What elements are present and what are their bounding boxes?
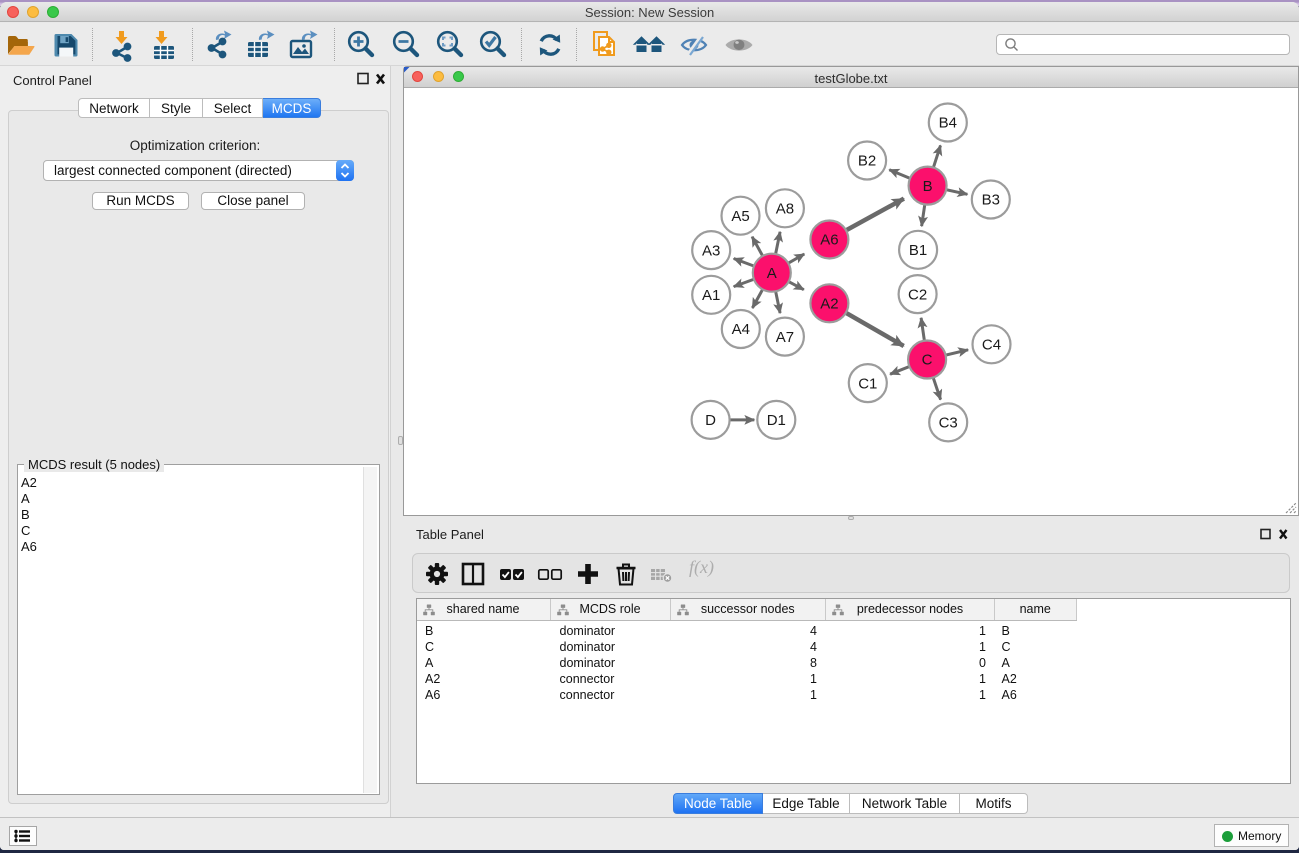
svg-text:B2: B2 [858, 153, 876, 170]
svg-text:A: A [767, 265, 777, 282]
svg-text:C4: C4 [982, 337, 1001, 354]
svg-text:C2: C2 [908, 286, 927, 303]
svg-text:D: D [705, 412, 716, 429]
svg-text:C3: C3 [939, 415, 958, 432]
svg-text:A8: A8 [776, 201, 794, 218]
svg-text:C: C [922, 352, 933, 369]
svg-text:A3: A3 [702, 242, 720, 259]
svg-text:B1: B1 [909, 242, 927, 259]
svg-text:D1: D1 [767, 412, 786, 429]
svg-text:A4: A4 [732, 321, 750, 338]
svg-text:A2: A2 [820, 296, 838, 313]
svg-text:A7: A7 [776, 329, 794, 346]
svg-text:B3: B3 [982, 192, 1000, 209]
svg-text:B: B [923, 178, 933, 195]
svg-text:C1: C1 [858, 375, 877, 392]
svg-text:A5: A5 [731, 208, 749, 225]
svg-text:A1: A1 [702, 287, 720, 304]
svg-text:A6: A6 [820, 232, 838, 249]
svg-text:B4: B4 [939, 115, 957, 132]
